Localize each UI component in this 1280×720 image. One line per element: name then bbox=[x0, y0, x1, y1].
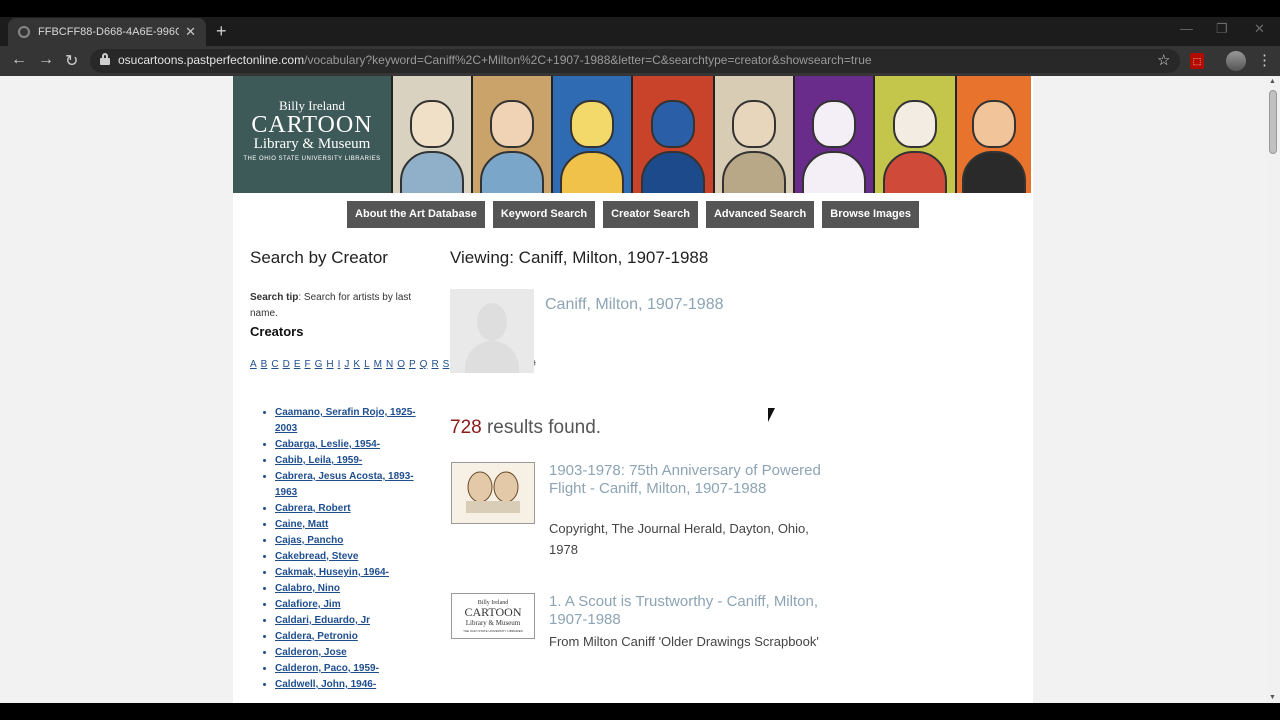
letter-link[interactable]: C bbox=[271, 359, 278, 370]
sidebar-heading: Search by Creator bbox=[250, 248, 388, 267]
advanced-search-button[interactable]: Advanced Search bbox=[705, 201, 815, 228]
result-description: From Milton Caniff 'Older Drawings Scrap… bbox=[549, 634, 819, 649]
letter-link[interactable]: S bbox=[443, 359, 450, 370]
pdf-extension-icon[interactable]: ⬚ bbox=[1190, 53, 1204, 69]
creator-link[interactable]: Cabrera, Jesus Acosta, 1893-1963 bbox=[275, 469, 430, 501]
letter-link[interactable]: R bbox=[431, 359, 438, 370]
creator-link[interactable]: Caldari, Eduardo, Jr bbox=[275, 613, 430, 629]
letter-link[interactable]: B bbox=[261, 359, 268, 370]
letter-link[interactable]: I bbox=[338, 359, 341, 370]
result-thumbnail[interactable]: Billy Ireland CARTOON Library & Museum T… bbox=[451, 593, 535, 639]
restore-icon[interactable]: ❐ bbox=[1216, 21, 1228, 37]
cartoon-panel-image bbox=[713, 76, 793, 193]
keyword-search-button[interactable]: Keyword Search bbox=[492, 201, 596, 228]
creator-link[interactable]: Calderon, Jose bbox=[275, 645, 430, 661]
creator-name-link[interactable]: Caniff, Milton, 1907-1988 bbox=[545, 296, 723, 314]
result-title-link[interactable]: 1. A Scout is Trustworthy - Caniff, Milt… bbox=[549, 593, 839, 629]
main-content: Viewing: Caniff, Milton, 1907-1988 Canif… bbox=[450, 248, 840, 649]
letter-link[interactable]: O bbox=[397, 359, 405, 370]
creator-list: Caamano, Serafin Rojo, 1925-2003 Cabarga… bbox=[250, 405, 430, 693]
creator-link[interactable]: Calderon, Paco, 1959- bbox=[275, 661, 430, 677]
letter-link[interactable]: H bbox=[326, 359, 333, 370]
bottom-bar bbox=[0, 703, 1280, 720]
letter-index: ABCDEFGHIJKLMNOPQRSTUVWXYZ# bbox=[250, 357, 536, 373]
result-description: Copyright, The Journal Herald, Dayton, O… bbox=[549, 521, 809, 557]
mouse-cursor-icon bbox=[768, 408, 775, 422]
forward-icon[interactable]: → bbox=[38, 51, 54, 69]
scroll-up-icon[interactable]: ▲ bbox=[1269, 78, 1276, 85]
logo-thumbnail-text: CARTOON bbox=[464, 605, 521, 619]
logo-thumbnail-text: THE OHIO STATE UNIVERSITY LIBRARIES bbox=[463, 629, 523, 633]
tab-strip: FFBCFF88-D668-4A6E-996C-928 ✕ + — ❐ ✕ bbox=[0, 17, 1280, 46]
scroll-down-icon[interactable]: ▼ bbox=[1269, 694, 1276, 701]
creator-link[interactable]: Cakebread, Steve bbox=[275, 549, 430, 565]
museum-logo[interactable]: Billy Ireland CARTOON Library & Museum T… bbox=[233, 76, 391, 193]
minimize-icon[interactable]: — bbox=[1180, 21, 1193, 36]
site-banner: Billy Ireland CARTOON Library & Museum T… bbox=[233, 76, 1033, 193]
cartoon-panel-image bbox=[551, 76, 631, 193]
viewing-heading: Viewing: Caniff, Milton, 1907-1988 bbox=[450, 248, 709, 267]
bookmark-star-icon[interactable]: ☆ bbox=[1157, 51, 1170, 69]
creator-link[interactable]: Calabro, Nino bbox=[275, 581, 430, 597]
letter-link[interactable]: Q bbox=[420, 359, 428, 370]
creator-link[interactable]: Cakmak, Huseyin, 1964- bbox=[275, 565, 430, 581]
results-count: 728 results found. bbox=[450, 417, 602, 438]
letter-link[interactable]: A bbox=[250, 359, 257, 370]
reload-icon[interactable]: ↻ bbox=[65, 51, 78, 71]
page-viewport: Billy Ireland CARTOON Library & Museum T… bbox=[0, 76, 1266, 703]
cartoon-panel-image bbox=[873, 76, 955, 193]
search-tip: Search tip: Search for artists by last n… bbox=[250, 292, 412, 319]
title-bar bbox=[0, 0, 1280, 17]
url-text[interactable]: osucartoons.pastperfectonline.com/vocabu… bbox=[118, 53, 872, 67]
sidebar: Search by Creator Search tip: Search for… bbox=[250, 248, 536, 693]
creator-link[interactable]: Caldera, Petronio bbox=[275, 629, 430, 645]
back-icon[interactable]: ← bbox=[11, 51, 27, 69]
cartoon-panel-image bbox=[955, 76, 1031, 193]
menu-kebab-icon[interactable]: ⋮ bbox=[1257, 51, 1272, 69]
favicon-icon bbox=[18, 26, 30, 38]
profile-avatar[interactable] bbox=[1226, 51, 1246, 71]
letter-link[interactable]: F bbox=[304, 359, 310, 370]
letter-link[interactable]: G bbox=[315, 359, 323, 370]
letter-link[interactable]: J bbox=[344, 359, 349, 370]
creator-link[interactable]: Cajas, Pancho bbox=[275, 533, 430, 549]
creator-search-button[interactable]: Creator Search bbox=[603, 201, 698, 228]
creator-link[interactable]: Cabarga, Leslie, 1954- bbox=[275, 437, 430, 453]
creator-link[interactable]: Calafiore, Jim bbox=[275, 597, 430, 613]
creators-heading: Creators bbox=[250, 324, 304, 339]
letter-link[interactable]: L bbox=[364, 359, 370, 370]
letter-link[interactable]: P bbox=[409, 359, 416, 370]
result-title-link[interactable]: 1903-1978: 75th Anniversary of Powered F… bbox=[549, 462, 839, 498]
letter-link[interactable]: D bbox=[283, 359, 290, 370]
tab-title: FFBCFF88-D668-4A6E-996C-928 bbox=[38, 26, 180, 38]
page-scrollbar[interactable]: ▲ ▼ bbox=[1266, 76, 1280, 703]
scrollbar-thumb[interactable] bbox=[1269, 90, 1277, 154]
cartoon-panel-image bbox=[471, 76, 551, 193]
main-nav: About the Art Database Keyword Search Crea… bbox=[233, 201, 1033, 228]
creator-link[interactable]: Caamano, Serafin Rojo, 1925-2003 bbox=[275, 405, 430, 437]
browser-tab[interactable]: FFBCFF88-D668-4A6E-996C-928 ✕ bbox=[8, 18, 206, 46]
letter-link[interactable]: M bbox=[374, 359, 382, 370]
cartoon-panel-image bbox=[631, 76, 713, 193]
browse-images-button[interactable]: Browse Images bbox=[822, 201, 919, 228]
creator-link[interactable]: Caldwell, John, 1946- bbox=[275, 677, 430, 693]
page-content: Billy Ireland CARTOON Library & Museum T… bbox=[233, 76, 1033, 703]
address-bar: ← → ↻ osucartoons.pastperfectonline.com/… bbox=[0, 46, 1280, 76]
letter-link[interactable]: E bbox=[294, 359, 301, 370]
creator-link[interactable]: Cabrera, Robert bbox=[275, 501, 430, 517]
result-thumbnail[interactable] bbox=[451, 462, 535, 524]
letter-link[interactable]: N bbox=[386, 359, 393, 370]
logo-thumbnail-text: Library & Museum bbox=[466, 619, 521, 627]
lock-icon[interactable] bbox=[100, 53, 110, 65]
about-art-database-button[interactable]: About the Art Database bbox=[347, 201, 485, 228]
cartoon-panel-image bbox=[793, 76, 873, 193]
letter-link[interactable]: K bbox=[353, 359, 360, 370]
close-tab-icon[interactable]: ✕ bbox=[185, 24, 196, 40]
creator-placeholder-image bbox=[450, 289, 534, 373]
creator-link[interactable]: Cabib, Leila, 1959- bbox=[275, 453, 430, 469]
close-window-icon[interactable]: ✕ bbox=[1254, 21, 1265, 37]
cartoon-panel-image bbox=[391, 76, 471, 193]
new-tab-icon[interactable]: + bbox=[216, 21, 227, 42]
creator-link[interactable]: Caine, Matt bbox=[275, 517, 430, 533]
